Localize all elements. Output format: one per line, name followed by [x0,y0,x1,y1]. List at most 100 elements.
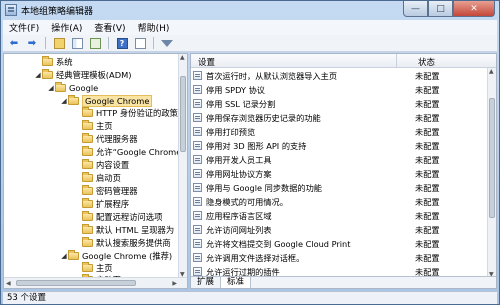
folder-icon [82,146,93,156]
policy-setting-icon [193,211,202,220]
menu-file[interactable]: 文件(F) [3,21,45,34]
tree-item-classic-admin-templates[interactable]: ◢ 经典管理模板(ADM) [34,69,131,81]
tree-item-label: 允许“Google Chrome [96,147,182,157]
tree-item-homepage-recommended[interactable]: 主页 [74,262,113,274]
folder-up-icon[interactable] [52,37,66,50]
collapse-arrow-icon[interactable]: ◢ [34,71,42,79]
tree-item-label: 代理服务器 [96,134,138,144]
scroll-thumb[interactable] [489,98,495,218]
collapse-arrow-icon[interactable]: ◢ [60,252,68,260]
tree-item-password-manager[interactable]: 密码管理器 [74,185,138,197]
setting-name: 停用 SPDY 协议 [206,84,265,95]
list-item[interactable]: 停用开发人员工具 未配置 [191,153,487,166]
tree-item-google[interactable]: ◢ Google [47,82,98,94]
list-vertical-scrollbar[interactable]: ▲ ▼ [487,68,496,278]
policy-setting-icon [193,141,202,150]
column-header-state[interactable]: 状态 [418,56,435,68]
tree-item-default-search-provider[interactable]: 默认搜索服务提供商 [74,237,171,249]
folder-icon [42,69,53,79]
column-divider[interactable] [396,54,397,68]
list-item[interactable]: 应用程序语言区域 未配置 [191,209,487,222]
title-bar[interactable]: 本地组策略编辑器 — □ ✕ [1,1,499,19]
collapse-arrow-icon[interactable]: ◢ [47,84,55,92]
setting-name: 应用程序语言区域 [206,210,272,221]
setting-name: 隐身模式的可用情况。 [206,196,288,207]
back-arrow-icon[interactable]: ⬅ [7,37,21,50]
list-item[interactable]: 停用保存浏览器历史记录的功能 未配置 [191,111,487,124]
menu-help[interactable]: 帮助(H) [132,21,176,34]
properties-icon[interactable] [133,37,147,50]
export-list-icon[interactable] [88,37,102,50]
list-item[interactable]: 允许访问网址列表 未配置 [191,223,487,236]
tree-item-google-chrome-recommended[interactable]: ◢ Google Chrome (推荐) [60,250,172,262]
tree-item-system[interactable]: 系统 [34,56,73,68]
policy-setting-icon [193,183,202,192]
tree-item-homepage[interactable]: 主页 [74,120,113,132]
settings-list-pane: 设置 状态 首次运行时，从默认浏览器导入主页 未配置 停用 SPDY 协议 未配… [190,53,497,289]
list-item[interactable]: 停用网址协议方案 未配置 [191,167,487,180]
scroll-thumb[interactable] [180,76,186,152]
list-item[interactable]: 停用对 3D 图形 API 的支持 未配置 [191,139,487,152]
folder-icon [82,211,93,221]
help-icon[interactable]: ? [115,37,129,50]
list-item[interactable]: 停用打印预览 未配置 [191,125,487,138]
setting-name: 首次运行时，从默认浏览器导入主页 [206,70,338,81]
tree-item-google-chrome[interactable]: ◢ Google Chrome [60,95,153,107]
tree-item-label: HTTP 身份验证的政策 [96,108,178,118]
list-item[interactable]: 允许将文档提交到 Google Cloud Print 未配置 [191,237,487,250]
minimize-button[interactable]: — [403,1,428,17]
list-item[interactable]: 停用与 Google 同步数据的功能 未配置 [191,181,487,194]
tree-item-startup-pages[interactable]: 启动页 [74,172,121,184]
column-header-setting[interactable]: 设置 [198,56,215,68]
tree-item-http-auth[interactable]: HTTP 身份验证的政策 [74,107,178,119]
tree-item-label: 主页 [96,263,113,273]
list-item[interactable]: 允许调用文件选择对话框。 未配置 [191,251,487,264]
tree-item-remote-access[interactable]: 配置远程访问选项 [74,211,162,223]
scroll-right-icon[interactable]: ▶ [172,280,177,287]
tab-extended[interactable]: 扩展 [191,277,222,288]
list-item[interactable]: 停用 SPDY 协议 未配置 [191,83,487,96]
tree-item-label: 默认搜索服务提供商 [96,238,171,248]
folder-icon [82,120,93,130]
folder-icon [82,224,93,234]
policy-setting-icon [193,253,202,262]
folder-icon [68,250,79,260]
tree-vertical-scrollbar[interactable]: ▲ ▼ [178,54,187,278]
tree-horizontal-scrollbar[interactable]: ◀ ▶ [4,277,187,288]
navigation-tree: 系统 ◢ 经典管理模板(ADM) ◢ Google ◢ Google Chrom… [3,53,188,289]
collapse-arrow-icon[interactable]: ◢ [60,97,68,105]
list-item[interactable]: 停用 SSL 记录分割 未配置 [191,97,487,110]
policy-setting-icon [193,169,202,178]
scroll-left-icon[interactable]: ◀ [6,280,11,287]
setting-state: 未配置 [415,70,440,81]
scroll-thumb[interactable] [16,280,136,286]
close-button[interactable]: ✕ [453,1,495,17]
list-item[interactable]: 首次运行时，从默认浏览器导入主页 未配置 [191,69,487,82]
tree-item-label: 内容设置 [96,160,130,170]
app-window: 本地组策略编辑器 — □ ✕ 文件(F) 操作(A) 查看(V) 帮助(H) ⬅… [0,0,500,305]
policy-setting-icon [193,239,202,248]
tab-standard[interactable]: 标准 [221,277,252,288]
policy-setting-icon [193,267,202,276]
window-title: 本地组策略编辑器 [21,7,94,17]
setting-state: 未配置 [415,210,440,221]
menu-action[interactable]: 操作(A) [45,21,88,34]
setting-name: 停用保存浏览器历史记录的功能 [206,112,321,123]
tree-item-proxy-server[interactable]: 代理服务器 [74,133,138,145]
list-item[interactable]: 隐身模式的可用情况。 未配置 [191,195,487,208]
menu-view[interactable]: 查看(V) [88,21,131,34]
filter-icon[interactable] [160,37,174,50]
show-hide-tree-icon[interactable] [70,37,84,50]
tree-item-label: Google Chrome [82,95,153,107]
policy-setting-icon [193,197,202,206]
maximize-button[interactable]: □ [428,1,453,17]
scroll-up-icon[interactable]: ▲ [180,54,185,61]
tree-item-extensions[interactable]: 扩展程序 [74,198,129,210]
tree-item-label: 配置远程访问选项 [96,212,163,222]
forward-arrow-icon[interactable]: ➡ [25,37,39,50]
tree-item-content-settings[interactable]: 内容设置 [74,159,129,171]
scroll-up-icon[interactable]: ▲ [489,68,494,75]
tree-item-allow-google-chrome[interactable]: 允许“Google Chrome [74,146,181,158]
tree-item-default-html-renderer[interactable]: 默认 HTML 呈现器为 [74,224,174,236]
tree-item-label: 扩展程序 [96,199,130,209]
